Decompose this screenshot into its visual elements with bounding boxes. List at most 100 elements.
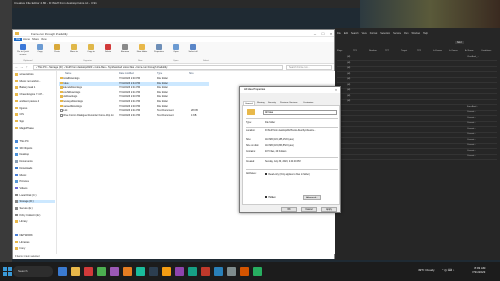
explorer-titlebar[interactable]: Force-run through #:adultily – □ × (13, 30, 334, 37)
sidebar-item[interactable]: CIS (15, 113, 24, 116)
background-menu-item[interactable]: Help (423, 32, 428, 35)
sidebar-item[interactable]: Videos (15, 187, 27, 190)
taskbar-app-icon[interactable] (123, 267, 132, 276)
taskbar-app-icon[interactable] (188, 267, 197, 276)
sidebar-item[interactable]: Storage (D:) (15, 200, 55, 204)
start-button-icon[interactable] (3, 267, 12, 276)
hidden-row[interactable]: Hidden (265, 196, 276, 199)
ok-button[interactable]: OK (281, 207, 297, 212)
taskbar-app-icon[interactable] (201, 267, 210, 276)
sidebar-item[interactable]: screenshots (15, 73, 34, 76)
taskbar-app-icon[interactable] (240, 267, 249, 276)
file-type: File folder (157, 104, 168, 108)
taskbar-app-icon[interactable] (84, 267, 93, 276)
sidebar-item[interactable]: Downloads (15, 167, 32, 170)
sidebar-item[interactable]: Music (15, 174, 26, 177)
clock[interactable]: 8:03 AM 7/31/2023 (472, 266, 485, 274)
taskbar-app-icon[interactable] (227, 267, 236, 276)
address-bar[interactable]: › This PC › Storage (D:) › Stuff from de… (33, 65, 283, 70)
tab-home[interactable]: Home (23, 38, 30, 41)
sidebar-item[interactable]: Local Disk (C:) (15, 194, 37, 197)
apply-button[interactable]: Apply (321, 207, 337, 212)
background-menu-item[interactable]: Service (393, 32, 401, 35)
background-menu-item[interactable]: View (362, 32, 367, 35)
background-menu-item[interactable]: Search (351, 32, 359, 35)
background-menu-item[interactable]: Window (412, 32, 421, 35)
select-all-button[interactable]: Select all (186, 44, 200, 54)
taskbar-search[interactable]: Search (13, 266, 53, 277)
close-icon[interactable]: × (333, 87, 339, 93)
background-right-window[interactable]: File Edit Search View Format Selection Service… (335, 28, 500, 260)
up-arrow-icon[interactable]: ↑ (26, 65, 28, 69)
taskbar-app-icon[interactable] (110, 267, 119, 276)
sidebar-item[interactable]: Secure (E:) (15, 207, 33, 210)
copy-to-button[interactable]: Copy to (84, 44, 98, 54)
move-to-button[interactable]: Move to (67, 44, 81, 54)
sidebar-item[interactable]: Music not workin... (15, 80, 41, 83)
taskbar-app-icon[interactable] (175, 267, 184, 276)
taskbar-app-icon[interactable] (214, 267, 223, 276)
tab-file[interactable]: File (14, 37, 23, 41)
properties-button[interactable]: Properties (152, 44, 166, 54)
cancel-button[interactable]: Cancel (301, 207, 317, 212)
background-menu-item[interactable]: Format (370, 32, 378, 35)
property-label: Type: (246, 122, 252, 124)
new-folder-button[interactable]: New folder (135, 44, 149, 54)
maximize-button[interactable]: □ (319, 30, 327, 37)
sidebar-item[interactable]: NETWORK (15, 234, 33, 237)
sidebar-item[interactable]: Battery leak 1 (15, 86, 35, 89)
search-input[interactable]: Search Force-run... (286, 65, 332, 70)
sidebar-item[interactable]: Documents (15, 160, 33, 163)
sidebar-item[interactable]: MagicPhase (15, 127, 34, 130)
forward-arrow-icon[interactable]: → (20, 65, 24, 69)
sidebar-item[interactable]: figures (15, 107, 27, 110)
taskbar-app-icon[interactable] (162, 267, 171, 276)
properties-dialog[interactable]: All Idea Properties × General Sharing Secu… (239, 86, 341, 213)
rename-button[interactable]: Rename (118, 44, 132, 54)
back-arrow-icon[interactable]: ← (15, 65, 19, 69)
sidebar-item[interactable]: Library (15, 220, 27, 223)
sidebar-item[interactable]: Spp (15, 120, 24, 123)
sidebar-item[interactable]: 3D Objects (15, 147, 32, 150)
column-header-size[interactable]: Size (189, 72, 194, 75)
taskbar-app-icon[interactable] (253, 267, 262, 276)
column-header-type[interactable]: Type (157, 72, 162, 75)
sidebar-item[interactable]: ambient pieces 4 (15, 100, 39, 103)
advanced-button[interactable]: Advanced... (303, 195, 321, 200)
tab-share[interactable]: Share (32, 38, 39, 41)
background-menu-item[interactable]: Edit (344, 32, 348, 35)
close-button[interactable]: × (327, 30, 335, 37)
background-grid-row: Current... (337, 111, 497, 116)
weather-widget[interactable]: 49°F Cloudy (418, 268, 435, 272)
taskbar-app-icon[interactable] (149, 267, 158, 276)
column-header-date-modified[interactable]: Date modified (119, 72, 134, 75)
copy-button[interactable]: Copy (33, 44, 47, 54)
background-menu-item[interactable]: File (337, 32, 341, 35)
open-button[interactable]: Open (169, 44, 183, 54)
paste-button[interactable]: Paste (50, 44, 64, 54)
sidebar-item[interactable]: Libraries (15, 241, 29, 244)
background-grid-header-cell: Is Owner (449, 50, 458, 52)
minimize-button[interactable]: – (311, 30, 319, 37)
sidebar-item[interactable]: Pictures (15, 180, 29, 183)
pin-to-quick-access-button[interactable]: Pin to Quick access (16, 44, 30, 57)
background-menu-item[interactable]: Selection (380, 32, 390, 35)
background-tab[interactable]: field (455, 41, 464, 44)
taskbar-app-icon[interactable] (136, 267, 145, 276)
sidebar-item[interactable]: Desktop (15, 153, 29, 156)
column-header-name[interactable]: Name (65, 72, 71, 75)
taskbar-app-icon[interactable] (71, 267, 80, 276)
system-tray[interactable]: ^ ◍ ⌨ ♪ (442, 268, 454, 272)
background-grid-cell: (M) (347, 100, 351, 102)
tab-view[interactable]: View (41, 38, 47, 41)
folder-name-field[interactable]: All Idea (263, 110, 337, 115)
taskbar-app-icon[interactable] (58, 267, 67, 276)
sidebar-item[interactable]: Irony (15, 247, 25, 250)
delete-button[interactable]: Delete (101, 44, 115, 54)
sidebar-item[interactable]: This PC (15, 140, 29, 143)
taskbar-app-icon[interactable] (97, 267, 106, 276)
sidebar-item[interactable]: Kirby Collectri (E:) (15, 214, 40, 217)
sidebar-item[interactable]: Cheat Engine 7.4 P... (15, 93, 44, 96)
background-menu-item[interactable]: Run (404, 32, 408, 35)
file-row[interactable]: Archive Comm Dialogue Recorder Force-rth… (59, 113, 209, 118)
